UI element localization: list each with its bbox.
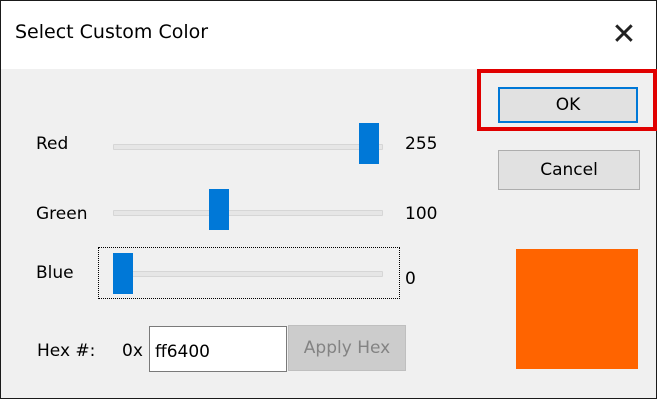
dialog-title: Select Custom Color xyxy=(15,21,209,43)
apply-hex-button[interactable]: Apply Hex xyxy=(288,325,406,371)
red-label: Red xyxy=(36,134,69,154)
red-slider-thumb[interactable] xyxy=(359,123,379,164)
blue-label: Blue xyxy=(36,263,74,283)
close-icon[interactable]: ✕ xyxy=(606,17,642,53)
color-preview-swatch xyxy=(516,249,638,369)
green-slider-track[interactable] xyxy=(113,210,383,216)
green-slider-thumb[interactable] xyxy=(209,189,230,230)
hex-prefix: 0x xyxy=(122,341,143,361)
red-value: 255 xyxy=(405,134,438,154)
blue-slider-thumb[interactable] xyxy=(113,253,133,294)
blue-value: 0 xyxy=(405,269,416,289)
green-label: Green xyxy=(36,204,88,224)
select-custom-color-dialog: Select Custom Color ✕ Red 255 Green 100 … xyxy=(0,0,657,399)
hex-input[interactable] xyxy=(149,326,287,372)
hex-label: Hex #: xyxy=(37,341,96,361)
title-bar: Select Custom Color ✕ xyxy=(1,1,656,69)
blue-slider-track[interactable] xyxy=(113,271,383,277)
ok-button-highlight-box xyxy=(477,69,657,131)
cancel-button[interactable]: Cancel xyxy=(498,150,640,190)
green-value: 100 xyxy=(405,204,438,224)
red-slider-track[interactable] xyxy=(113,144,383,150)
